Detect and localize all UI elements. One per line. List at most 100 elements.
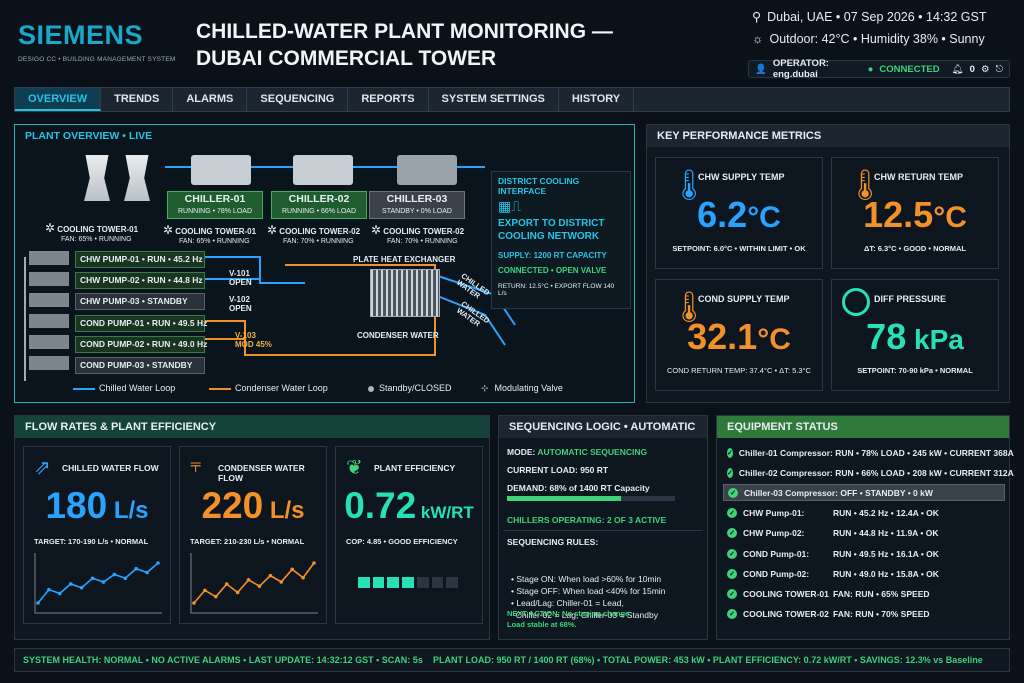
leaf-icon: ❦ [346,457,363,479]
kpi-value: 32.1°C [687,316,791,357]
sequencing-panel: SEQUENCING LOGIC • AUTOMATIC MODE: AUTOM… [498,415,708,640]
fan-icon: ✲ [267,223,278,237]
check-icon: ✓ [727,548,737,559]
chw-pump-02[interactable]: CHW PUMP-02 • RUN • 44.8 Hz [75,272,205,289]
data-point [257,584,262,588]
efficiency-segment [358,577,370,588]
data-point [312,561,316,565]
legend-standby: Standby/CLOSED [379,383,452,393]
chw-flow-trend-chart [34,553,162,614]
gear-icon[interactable]: ⚙ [981,64,990,75]
valve-icon: ⊹ [481,383,489,393]
efficiency-segment [446,577,459,588]
equipment-label: Chiller-02 Compressor: RUN • 66% LOAD • … [738,467,1014,478]
cond-pump-03[interactable]: COND PUMP-03 • STANDBY [75,357,205,374]
equipment-row[interactable]: ✓ Chiller-01 Compressor: RUN • 78% LOAD •… [723,444,1014,461]
legend-cond: Condenser Water Loop [235,383,328,393]
series-line [193,562,315,604]
chiller-01-label[interactable]: CHILLER-01 RUNNING • 78% LOAD [167,191,263,219]
data-point [290,567,294,572]
district-return: RETURN: 12.5°C • EXPORT FLOW 140 L/s [498,283,615,297]
check-icon: ✓ [727,609,737,620]
kpi-value: 12.5°C [863,194,967,235]
valve-v101[interactable]: V-101 OPEN [229,269,252,287]
tab-reports[interactable]: REPORTS [348,88,429,111]
check-icon: ✓ [727,508,737,519]
efficiency-segment [431,577,444,588]
equipment-label: CHW Pump-01: [743,508,805,519]
fan-icon: ✲ [45,221,56,235]
tab-alarms[interactable]: ALARMS [173,88,248,111]
equipment-panel: EQUIPMENT STATUS ✓ Chiller-01 Compressor:… [716,415,1014,640]
check-icon: ✓ [727,467,733,478]
brand-subtitle: DESIGO CC • BUILDING MANAGEMENT SYSTEM [18,56,176,63]
tab-overview[interactable]: OVERVIEW [15,88,102,111]
chw-pump-03[interactable]: CHW PUMP-03 • STANDBY [75,293,205,310]
data-point [268,573,273,578]
valve-v103[interactable]: V-103 MOD 45% [235,331,272,349]
seq-load: CURRENT LOAD: 950 RT [507,465,609,475]
alert-count: 0 [969,63,975,75]
tower-label-2: ✲ COOLING TOWER-01 FAN: 65% • RUNNING [163,223,257,245]
footer-health: SYSTEM HEALTH: NORMAL • NO ACTIVE ALARMS… [23,655,423,665]
tab-system-settings[interactable]: SYSTEM SETTINGS [429,88,559,111]
equipment-row[interactable]: ✓ COOLING TOWER-02 FAN: RUN • 70% SPEED [723,606,1005,623]
logout-icon[interactable]: ⎋ [995,64,1003,75]
seq-mode: MODE: AUTOMATIC SEQUENCING [507,447,648,457]
phe-label: PLATE HEAT EXCHANGER [353,255,456,264]
equipment-row[interactable]: ✓ Chiller-03 Compressor: OFF • STANDBY • … [723,484,1005,502]
check-icon: ✓ [727,588,737,599]
data-point [90,576,95,581]
efficiency-segment [387,577,400,588]
equipment-value: RUN • 49.5 Hz • 16.1A • OK [833,548,939,559]
series-line [37,562,159,604]
equipment-row[interactable]: ✓ CHW Pump-01: RUN • 45.2 Hz • 12.4A • OK [723,505,1005,522]
chiller-01-graphic [191,155,251,185]
district-status: CONNECTED • OPEN VALVE [498,266,607,275]
flow-cond: ⫧ CONDENSER WATER FLOW 220 L/s TARGET: 2… [179,446,327,624]
district-cooling-box: DISTRICT COOLING INTERFACE ▦⎍ EXPORT TO … [491,171,631,309]
location-pin-icon: ⚲ [752,10,762,24]
equipment-row[interactable]: ✓ COND Pump-01: RUN • 49.5 Hz • 16.1A • OK [723,545,1005,562]
chiller-03-graphic [397,155,457,185]
data-point [235,590,240,595]
district-export: EXPORT TO DISTRICT COOLING NETWORK [498,218,605,242]
equipment-label: Chiller-01 Compressor: RUN • 78% LOAD • … [738,447,1014,458]
building-icon: ▦⎍ [498,198,522,214]
kpi-cond-supply: 🌡︎ COND SUPPLY TEMP 32.1°C COND RETURN T… [655,279,823,391]
chiller-02-graphic [293,155,353,185]
data-point [47,587,51,592]
pump-graphics [29,251,69,375]
tab-history[interactable]: HISTORY [559,88,635,111]
tab-sequencing[interactable]: SEQUENCING [247,88,349,111]
chw-pump-01[interactable]: CHW PUMP-01 • RUN • 45.2 Hz [75,251,205,268]
data-point [101,580,106,584]
cond-pump-02[interactable]: COND PUMP-02 • RUN • 49.0 Hz [75,336,207,353]
data-point [134,566,138,571]
tower-label-4: ✲ COOLING TOWER-02 FAN: 70% • RUNNING [371,223,465,245]
equipment-value: RUN • 49.0 Hz • 15.8A • OK [833,568,939,579]
equipment-row[interactable]: ✓ COOLING TOWER-01 FAN: RUN • 65% SPEED [723,585,1005,602]
bell-icon[interactable]: 🔔︎ [952,64,964,75]
equipment-row[interactable]: ✓ COND Pump-02: RUN • 49.0 Hz • 15.8A • OK [723,565,1005,582]
cond-pump-01[interactable]: COND PUMP-01 • RUN • 49.5 Hz [75,315,207,332]
equipment-row[interactable]: ✓ CHW Pump-02: RUN • 44.8 Hz • 11.9A • OK [723,525,1005,542]
equipment-row[interactable]: ✓ Chiller-02 Compressor: RUN • 66% LOAD •… [723,464,1014,481]
data-point [246,578,251,582]
efficiency-segment [372,577,385,588]
data-point [123,576,128,581]
tab-trends[interactable]: TRENDS [101,88,174,111]
chiller-02-label[interactable]: CHILLER-02 RUNNING • 66% LOAD [271,191,367,219]
connection-status: CONNECTED [879,63,940,75]
valve-v102[interactable]: V-102 OPEN [229,295,252,313]
operator-bar: 👤 OPERATOR: eng.dubai ● CONNECTED 🔔︎ 0 ⚙… [748,58,1010,80]
equipment-label: COND Pump-02: [743,568,810,579]
data-point [58,591,62,596]
seq-demand: DEMAND: 68% of 1400 RT Capacity [507,483,650,493]
data-point [203,588,207,593]
flow-title: FLOW RATES & PLANT EFFICIENCY [15,416,489,438]
divider [503,530,703,531]
sequencing-title: SEQUENCING LOGIC • AUTOMATIC [499,416,707,438]
chiller-03-label[interactable]: CHILLER-03 STANDBY • 0% LOAD [369,191,465,219]
gauge-icon [842,288,870,316]
